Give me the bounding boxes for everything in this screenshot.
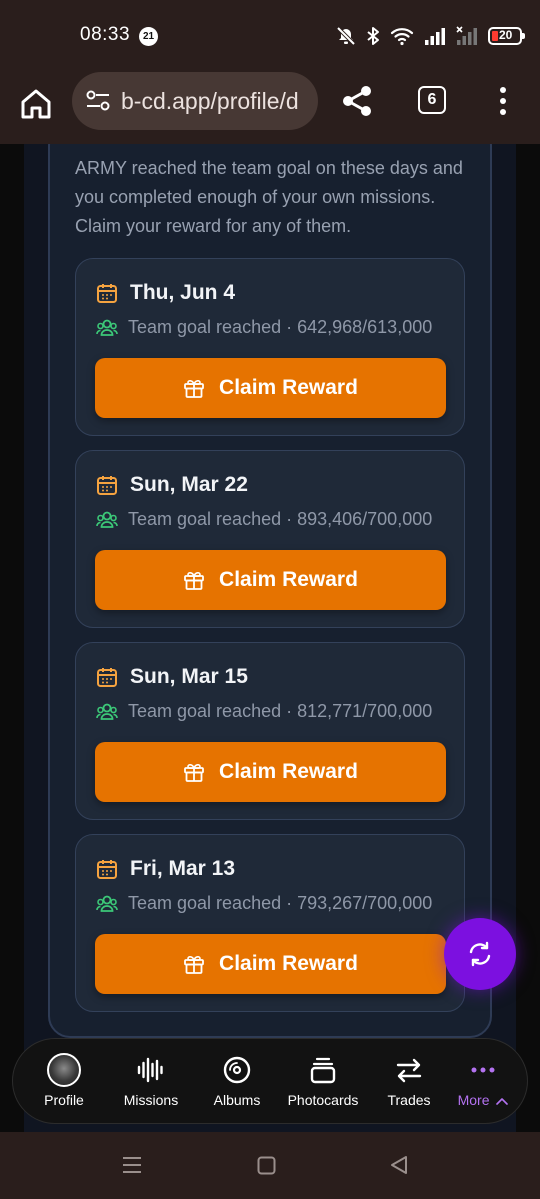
- tab-switcher-button[interactable]: 6: [418, 86, 446, 114]
- status-icons: 20: [336, 24, 525, 48]
- refresh-fab-button[interactable]: [444, 918, 516, 990]
- nav-label: More: [457, 1092, 490, 1108]
- signal-no-service-icon: [456, 26, 477, 45]
- reward-card: Sun, Mar 15 Team goal reached · 812,771/…: [75, 642, 465, 820]
- system-navigation-bar: [0, 1132, 540, 1199]
- claim-reward-button[interactable]: Claim Reward: [95, 550, 446, 610]
- gift-icon: [184, 572, 204, 590]
- wifi-icon: [390, 28, 414, 46]
- reward-card: Fri, Mar 13 Team goal reached · 793,267/…: [75, 834, 465, 1012]
- refresh-icon: [469, 941, 491, 967]
- status-bar: 08:33 21 20: [0, 0, 540, 72]
- reward-card: Thu, Jun 4 Team goal reached · 642,968/6…: [75, 258, 465, 436]
- battery-level: 20: [499, 28, 513, 42]
- nav-item-trades[interactable]: Trades: [381, 1039, 437, 1125]
- rewards-intro-text: ARMY reached the team goal on these days…: [75, 158, 463, 236]
- swap-arrows-icon: [396, 1058, 422, 1083]
- browser-toolbar: b-cd.app/profile/d 6: [0, 72, 540, 144]
- claim-reward-button[interactable]: Claim Reward: [95, 742, 446, 802]
- bluetooth-icon: [367, 27, 379, 45]
- reward-date: Sun, Mar 22: [130, 473, 248, 496]
- mute-bell-icon: [336, 26, 356, 46]
- nav-item-profile[interactable]: Profile: [35, 1039, 93, 1125]
- gift-icon: [184, 956, 204, 974]
- claim-reward-label: Claim Reward: [219, 568, 358, 591]
- gift-icon: [184, 764, 204, 782]
- cards-stack-icon: [310, 1057, 336, 1084]
- nav-label: Albums: [213, 1092, 261, 1108]
- team-icon: [96, 511, 118, 528]
- recent-apps-icon[interactable]: [122, 1156, 142, 1174]
- share-icon[interactable]: [340, 84, 374, 118]
- address-bar[interactable]: b-cd.app/profile/d: [72, 72, 318, 130]
- nav-more-row: More: [458, 1092, 509, 1108]
- gift-icon: [184, 380, 204, 398]
- claim-reward-label: Claim Reward: [219, 376, 358, 399]
- calendar-icon: [97, 284, 117, 303]
- team-icon: [96, 319, 118, 336]
- home-icon[interactable]: [18, 86, 54, 122]
- claim-reward-button[interactable]: Claim Reward: [95, 358, 446, 418]
- claim-reward-label: Claim Reward: [219, 952, 358, 975]
- nav-item-photocards[interactable]: Photocards: [283, 1039, 363, 1125]
- team-goal-text: Team goal reached · 812,771/700,000: [128, 701, 433, 721]
- team-goal-text: Team goal reached · 793,267/700,000: [128, 893, 433, 913]
- team-icon: [96, 703, 118, 720]
- avatar: [47, 1053, 81, 1087]
- calendar-icon: [97, 476, 117, 495]
- nav-item-albums[interactable]: Albums: [207, 1039, 267, 1125]
- nav-item-missions[interactable]: Missions: [113, 1039, 189, 1125]
- notification-count-badge: 21: [139, 27, 158, 46]
- claim-reward-button[interactable]: Claim Reward: [95, 934, 446, 994]
- nav-label: Missions: [123, 1092, 179, 1108]
- web-page: ARMY reached the team goal on these days…: [0, 144, 540, 1132]
- reward-card: Sun, Mar 22 Team goal reached · 893,406/…: [75, 450, 465, 628]
- calendar-icon: [97, 860, 117, 879]
- team-icon: [96, 895, 118, 912]
- calendar-icon: [97, 668, 117, 687]
- reward-date: Fri, Mar 13: [130, 857, 236, 880]
- more-dots-icon: [471, 1067, 495, 1073]
- team-goal-text: Team goal reached · 893,406/700,000: [128, 509, 433, 529]
- nav-label: Photocards: [287, 1092, 359, 1108]
- signal-strength-icon: [425, 28, 445, 45]
- reward-date: Sun, Mar 15: [130, 665, 248, 688]
- back-icon[interactable]: [390, 1155, 408, 1175]
- nav-label: Profile: [44, 1092, 84, 1108]
- bottom-navigation: Profile Missions Albums Photocards Trade…: [12, 1038, 528, 1124]
- reward-date: Thu, Jun 4: [130, 281, 235, 304]
- url-text[interactable]: b-cd.app/profile/d: [121, 88, 299, 115]
- claim-reward-label: Claim Reward: [219, 760, 358, 783]
- nav-label: Trades: [387, 1092, 431, 1108]
- nav-item-more[interactable]: More: [455, 1039, 511, 1125]
- audio-wave-icon: [137, 1057, 163, 1083]
- battery-icon: 20: [488, 27, 525, 45]
- home-system-icon[interactable]: [257, 1156, 276, 1175]
- status-time: 08:33: [80, 24, 131, 45]
- site-settings-icon[interactable]: [86, 90, 110, 112]
- team-goal-text: Team goal reached · 642,968/613,000: [128, 317, 433, 337]
- overflow-menu-icon[interactable]: [494, 84, 512, 118]
- chevron-up-icon: [496, 1098, 509, 1105]
- disc-icon: [223, 1056, 251, 1084]
